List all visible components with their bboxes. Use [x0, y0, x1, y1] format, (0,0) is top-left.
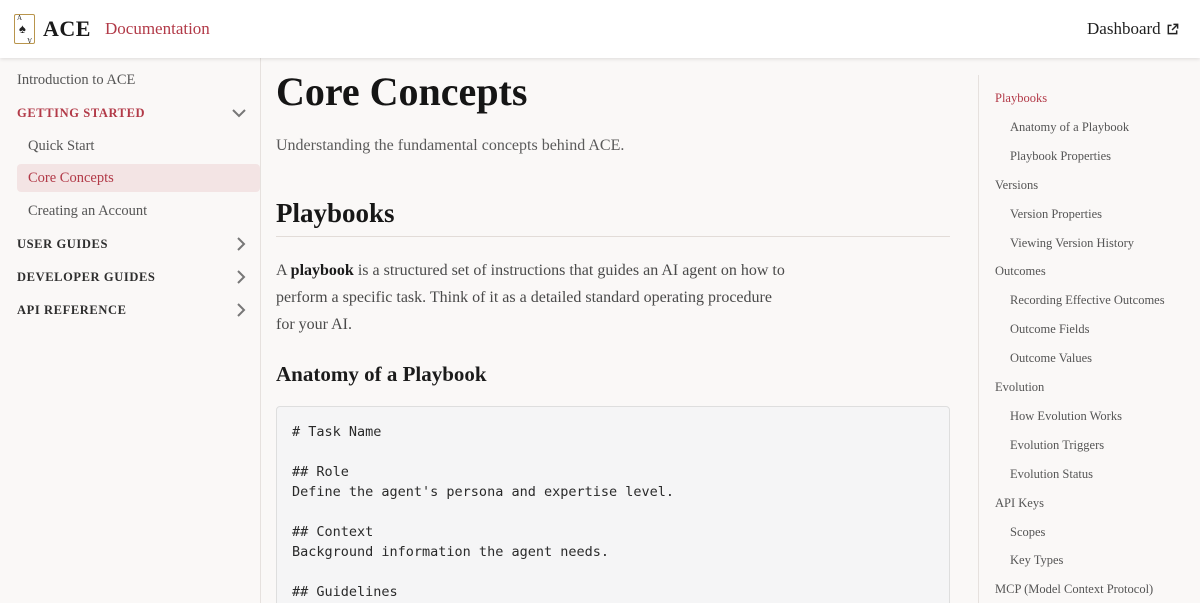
- toc-item[interactable]: Evolution: [995, 380, 1044, 395]
- sidebar-item-creating-account[interactable]: Creating an Account: [17, 197, 261, 225]
- code-block[interactable]: # Task Name ## Role Define the agent's p…: [276, 406, 950, 603]
- sidebar-section-user-guides[interactable]: USER GUIDES: [17, 230, 261, 258]
- toc-item[interactable]: Recording Effective Outcomes: [1010, 293, 1165, 308]
- toc-item[interactable]: Evolution Triggers: [1010, 438, 1104, 453]
- toc-item[interactable]: Key Types: [1010, 553, 1063, 568]
- toc-item[interactable]: Evolution Status: [1010, 467, 1093, 482]
- chevron-right-icon: [237, 270, 246, 284]
- ace-card-logo-icon[interactable]: A ♠ A: [14, 14, 35, 44]
- documentation-link[interactable]: Documentation: [105, 19, 210, 39]
- toc-item[interactable]: Outcomes: [995, 264, 1046, 279]
- toc-item[interactable]: Versions: [995, 178, 1038, 193]
- toc-item[interactable]: Outcome Values: [1010, 351, 1092, 366]
- main-content: Core Concepts Understanding the fundamen…: [276, 58, 950, 603]
- toc-item[interactable]: Viewing Version History: [1010, 236, 1134, 251]
- sidebar-item-quick-start[interactable]: Quick Start: [17, 132, 261, 160]
- dashboard-label: Dashboard: [1087, 19, 1161, 38]
- subsection-heading-anatomy: Anatomy of a Playbook: [276, 362, 487, 386]
- sidebar-section-getting-started[interactable]: GETTING STARTED: [17, 99, 261, 127]
- sidebar-item-introduction[interactable]: Introduction to ACE: [17, 66, 261, 94]
- sidebar-section-label: DEVELOPER GUIDES: [17, 269, 156, 284]
- logo-corner-b: A: [26, 36, 32, 44]
- sidebar-section-label: USER GUIDES: [17, 236, 108, 251]
- top-header: A ♠ A ACE Documentation Dashboard: [0, 0, 1200, 58]
- toc-item[interactable]: Playbooks: [995, 91, 1047, 106]
- playbook-description: A playbook is a structured set of instru…: [276, 257, 786, 338]
- page-lead: Understanding the fundamental concepts b…: [276, 137, 625, 154]
- para-prefix: A: [276, 262, 291, 279]
- sidebar-section-label: GETTING STARTED: [17, 105, 146, 120]
- brand-name[interactable]: ACE: [43, 16, 91, 42]
- toc-item[interactable]: MCP (Model Context Protocol): [995, 582, 1153, 597]
- sidebar-section-developer-guides[interactable]: DEVELOPER GUIDES: [17, 263, 261, 291]
- toc-item[interactable]: Anatomy of a Playbook: [1010, 120, 1129, 135]
- chevron-down-icon: [232, 109, 246, 118]
- spade-icon: ♠: [19, 21, 26, 36]
- table-of-contents: Playbooks Anatomy of a Playbook Playbook P…: [978, 75, 1200, 603]
- sidebar-section-label: API REFERENCE: [17, 302, 127, 317]
- page-title: Core Concepts: [276, 69, 528, 114]
- dashboard-link[interactable]: Dashboard: [1087, 19, 1179, 39]
- section-heading-playbooks: Playbooks: [276, 198, 395, 228]
- chevron-right-icon: [237, 237, 246, 251]
- sidebar-item-core-concepts[interactable]: Core Concepts: [17, 164, 260, 192]
- toc-item[interactable]: How Evolution Works: [1010, 409, 1122, 424]
- toc-item[interactable]: Scopes: [1010, 525, 1045, 540]
- toc-item[interactable]: Outcome Fields: [1010, 322, 1090, 337]
- toc-item[interactable]: Playbook Properties: [1010, 149, 1111, 164]
- toc-item[interactable]: API Keys: [995, 496, 1044, 511]
- heading-divider: [276, 236, 950, 237]
- sidebar-nav: Introduction to ACE GETTING STARTED Quic…: [0, 58, 261, 603]
- para-bold-term: playbook: [290, 262, 354, 279]
- external-link-icon: [1167, 23, 1179, 34]
- sidebar-section-api-reference[interactable]: API REFERENCE: [17, 296, 261, 324]
- chevron-right-icon: [237, 303, 246, 317]
- toc-item[interactable]: Version Properties: [1010, 207, 1102, 222]
